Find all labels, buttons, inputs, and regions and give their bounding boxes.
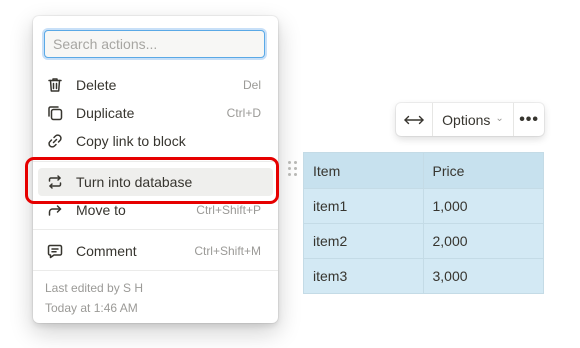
- menu-item-label: Comment: [76, 243, 137, 259]
- arrows-horizontal-icon: [404, 115, 424, 124]
- duplicate-icon: [46, 104, 64, 122]
- last-edited-time: Today at 1:46 AM: [45, 301, 138, 315]
- more-options-button[interactable]: •••: [514, 103, 544, 136]
- last-edited-by: Last edited by S H: [45, 281, 144, 295]
- link-icon: [46, 132, 64, 150]
- menu-divider: [33, 270, 278, 271]
- menu-item-shortcut: Ctrl+Shift+P: [196, 203, 261, 217]
- menu-item-label: Move to: [76, 202, 126, 218]
- table-row: item2 2,000: [303, 223, 544, 259]
- table-row: item1 1,000: [303, 188, 544, 224]
- turn-into-icon: [46, 173, 64, 191]
- block-action-menu: Delete Del Duplicate Ctrl+D Copy link to…: [33, 16, 278, 323]
- comment-icon: [46, 242, 64, 260]
- table-cell[interactable]: 3,000: [422, 258, 544, 294]
- table-header-cell[interactable]: Item: [303, 152, 424, 189]
- menu-item-move-to[interactable]: Move to Ctrl+Shift+P: [38, 196, 273, 224]
- menu-item-label: Duplicate: [76, 105, 135, 121]
- table-cell[interactable]: item3: [303, 258, 424, 294]
- menu-item-shortcut: Ctrl+Shift+M: [194, 244, 261, 258]
- menu-item-copy-link[interactable]: Copy link to block: [38, 127, 273, 155]
- menu-item-turn-into-database[interactable]: Turn into database: [38, 168, 273, 196]
- table-cell[interactable]: item1: [303, 188, 424, 224]
- menu-item-delete[interactable]: Delete Del: [38, 71, 273, 99]
- menu-divider: [33, 229, 278, 230]
- table-cell[interactable]: 1,000: [422, 188, 544, 224]
- simple-table: Item Price item1 1,000 item2 2,000 item3…: [303, 152, 544, 294]
- menu-item-shortcut: Ctrl+D: [226, 106, 261, 120]
- move-to-icon: [46, 201, 64, 219]
- menu-item-label: Turn into database: [76, 174, 193, 190]
- table-row: item3 3,000: [303, 258, 544, 294]
- fit-width-button[interactable]: [396, 103, 432, 136]
- table-header-cell[interactable]: Price: [422, 152, 544, 189]
- search-container: [44, 30, 265, 58]
- menu-item-label: Copy link to block: [76, 133, 186, 149]
- menu-divider: [33, 161, 278, 162]
- table-toolbar: Options ⌄ •••: [396, 103, 544, 136]
- drag-handle-icon[interactable]: [288, 161, 298, 179]
- table-header-row: Item Price: [303, 152, 544, 189]
- table-cell[interactable]: 2,000: [422, 223, 544, 259]
- more-icon: •••: [519, 110, 540, 128]
- menu-item-comment[interactable]: Comment Ctrl+Shift+M: [38, 237, 273, 265]
- search-actions-input[interactable]: [44, 30, 265, 58]
- menu-item-shortcut: Del: [242, 78, 261, 92]
- options-button[interactable]: Options ⌄: [433, 103, 513, 136]
- menu-item-label: Delete: [76, 77, 117, 93]
- trash-icon: [46, 76, 64, 94]
- options-label: Options: [442, 111, 491, 128]
- table-cell[interactable]: item2: [303, 223, 424, 259]
- chevron-down-icon: ⌄: [495, 113, 504, 124]
- menu-item-duplicate[interactable]: Duplicate Ctrl+D: [38, 99, 273, 127]
